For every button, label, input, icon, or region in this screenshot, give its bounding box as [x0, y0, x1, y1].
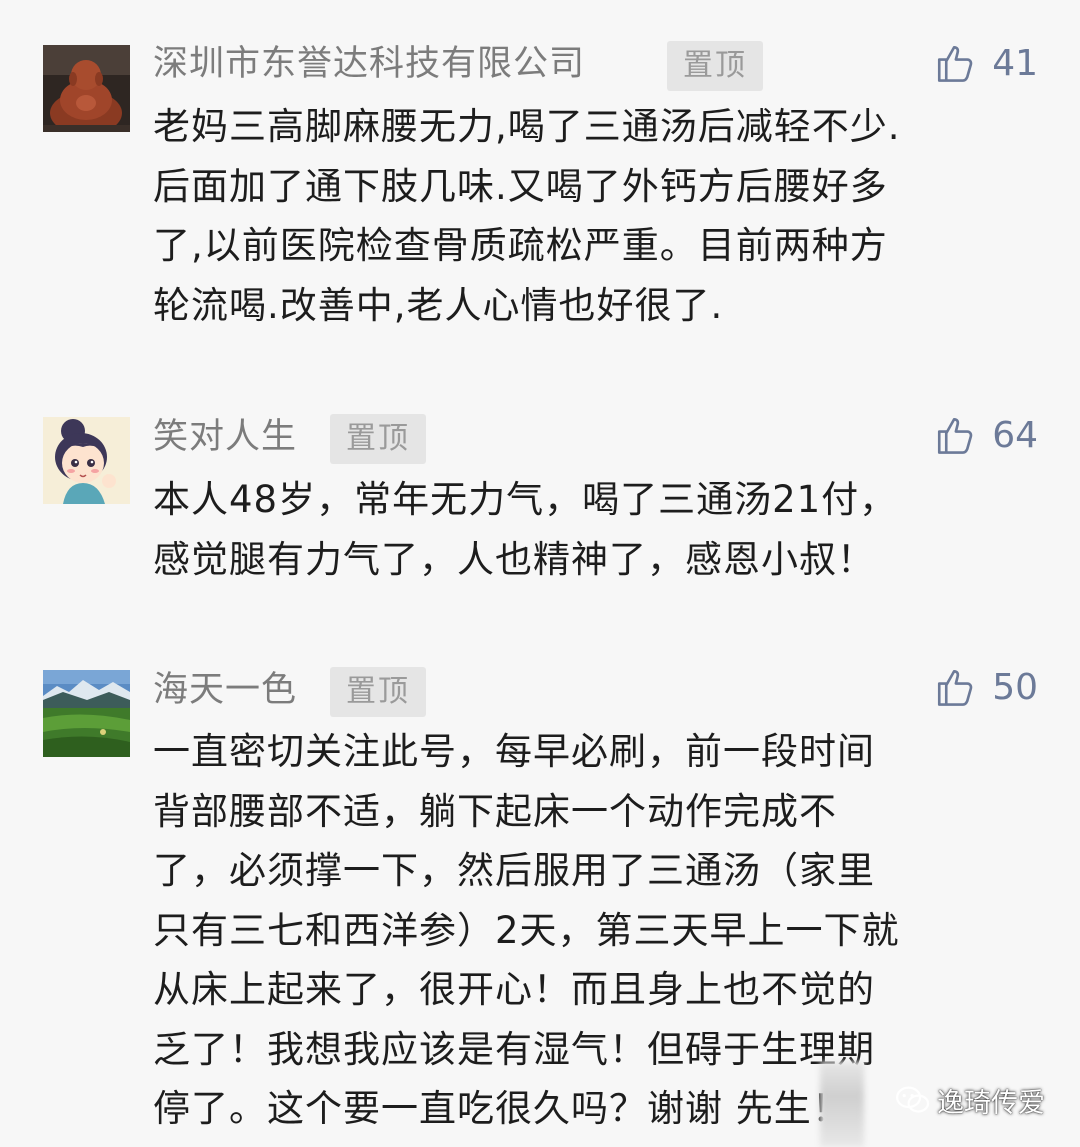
like-count: 41	[992, 42, 1038, 84]
landscape-avatar-image	[43, 670, 130, 757]
comment-line: 老妈三高脚麻腰无力,喝了三通汤后减轻不少.	[153, 105, 901, 148]
comment-line: 感觉腿有力气了，人也精神了，感恩小叔！	[153, 537, 875, 581]
blurred-region	[820, 1062, 864, 1147]
avatar[interactable]	[43, 417, 130, 504]
like-count: 50	[992, 666, 1038, 708]
pinned-badge: 置顶	[330, 414, 426, 464]
comment-line: 背部腰部不适，躺下起床一个动作完成不	[153, 789, 837, 833]
comment-line: 轮流喝.改善中,老人心情也好很了.	[153, 283, 724, 327]
thumbs-up-icon	[938, 669, 973, 706]
author-name[interactable]: 深圳市东誉达科技有限公司	[153, 39, 585, 89]
comment-line: 了，必须撑一下，然后服用了三通汤（家里	[153, 849, 875, 892]
comment-line: 了,以前医院检查骨质疏松严重。目前两种方	[153, 224, 888, 267]
thumbs-up-icon	[938, 45, 973, 82]
thumbs-up-icon	[938, 417, 973, 454]
comment-line: 只有三七和西洋参）2天，第三天早上一下就	[153, 908, 900, 952]
comment-line: 后面加了通下肢几味.又喝了外钙方后腰好多	[153, 164, 888, 208]
comment-line: 本人48岁，常年无力气，喝了三通汤21付，	[153, 478, 898, 521]
author-name[interactable]: 海天一色	[153, 665, 297, 715]
avatar[interactable]	[43, 670, 130, 757]
buddha-figurine-avatar-image	[43, 45, 130, 132]
wechat-icon	[896, 1086, 930, 1113]
comment-text: 本人48岁，常年无力气，喝了三通汤21付， 感觉腿有力气了，人也精神了，感恩小叔…	[153, 470, 1043, 589]
like-button[interactable]: 50	[934, 662, 1038, 712]
like-button[interactable]: 64	[934, 410, 1038, 460]
avatar[interactable]	[43, 45, 130, 132]
comment-line: 一直密切关注此号，每早必刷，前一段时间	[153, 730, 875, 773]
comment-text: 老妈三高脚麻腰无力,喝了三通汤后减轻不少. 后面加了通下肢几味.又喝了外钙方后腰…	[153, 97, 1043, 335]
watermark-text: 逸琦传爱	[937, 1087, 1045, 1119]
comment-line: 乏了！我想我应该是有湿气！但碍于生理期	[153, 1027, 875, 1071]
like-count: 64	[992, 414, 1038, 456]
pinned-badge: 置顶	[330, 667, 426, 717]
pinned-badge: 置顶	[667, 41, 763, 91]
watermark: 逸琦传爱	[895, 1075, 1045, 1125]
comment-line: 从床上起来了，很开心！而且身上也不觉的	[153, 968, 875, 1011]
like-button[interactable]: 41	[934, 38, 1038, 88]
cartoon-girl-avatar-image	[43, 417, 130, 504]
author-name[interactable]: 笑对人生	[153, 412, 297, 462]
